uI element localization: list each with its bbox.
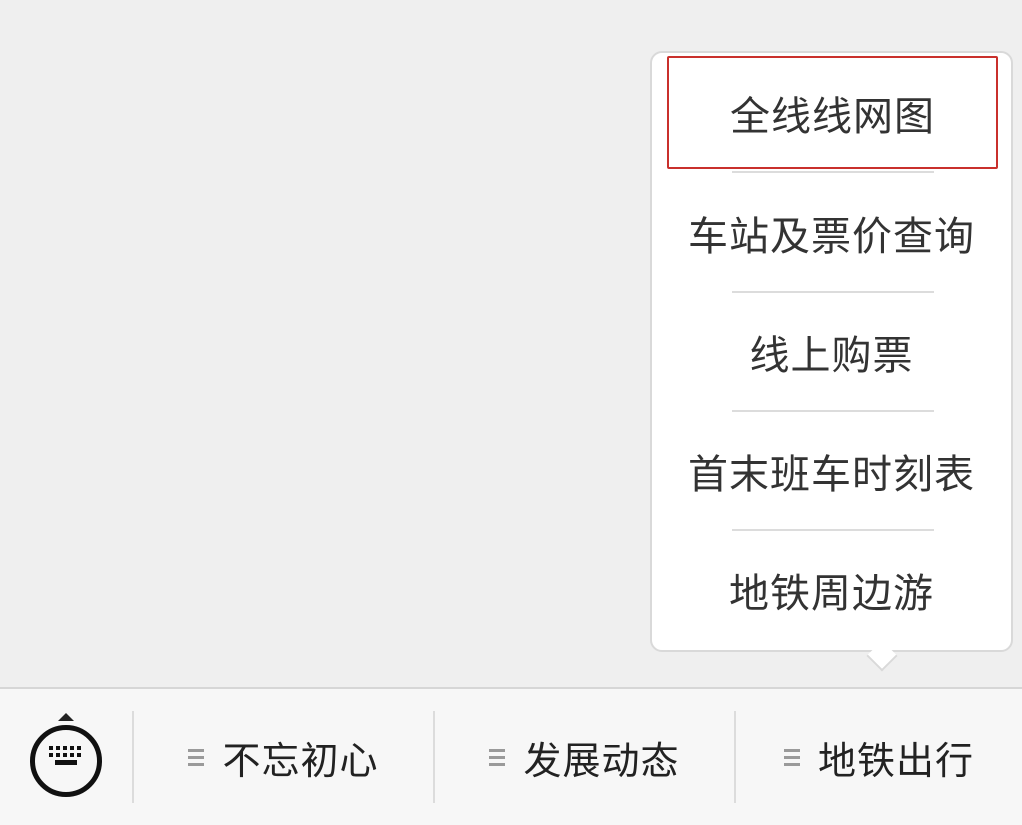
submenu-item-label: 线上购票 (749, 333, 914, 379)
submenu-item-label: 首末班车时刻表 (688, 452, 975, 498)
keyboard-icon (30, 725, 102, 797)
submenu-divider (732, 171, 934, 173)
submenu-item-label: 地铁周边游 (729, 571, 934, 617)
menu-tab-development-news[interactable]: 发展动态 (435, 689, 734, 825)
menu-lines-icon (489, 745, 506, 770)
menu-tab-metro-travel[interactable]: 地铁出行 (736, 689, 1022, 825)
menu-tab-label: 不忘初心 (222, 738, 379, 783)
submenu-popup: 全线线网图 车站及票价查询 线上购票 首末班车时刻表 地铁周边游 (650, 51, 1013, 652)
bottom-menu-bar: 不忘初心 发展动态 地铁出行 (0, 687, 1022, 825)
submenu-item-network-map[interactable]: 全线线网图 (667, 56, 998, 169)
submenu-item-nearby-travel[interactable]: 地铁周边游 (652, 531, 1011, 649)
menu-tab-label: 地铁出行 (817, 738, 974, 783)
chat-screen: 全线线网图 车站及票价查询 线上购票 首末班车时刻表 地铁周边游 不忘初心 发展… (0, 0, 1022, 825)
submenu-item-online-ticket[interactable]: 线上购票 (652, 293, 1011, 411)
submenu-item-label: 全线线网图 (730, 93, 935, 140)
menu-tab-initial-aspiration[interactable]: 不忘初心 (134, 689, 433, 825)
submenu-item-timetable[interactable]: 首末班车时刻表 (652, 412, 1011, 530)
caret-up-icon (58, 713, 74, 721)
menu-lines-icon (783, 745, 800, 770)
submenu-item-station-fare[interactable]: 车站及票价查询 (652, 174, 1011, 292)
submenu-item-label: 车站及票价查询 (688, 214, 975, 260)
keyboard-toggle-button[interactable] (0, 689, 133, 825)
menu-tab-label: 发展动态 (523, 738, 680, 783)
menu-lines-icon (188, 745, 205, 770)
